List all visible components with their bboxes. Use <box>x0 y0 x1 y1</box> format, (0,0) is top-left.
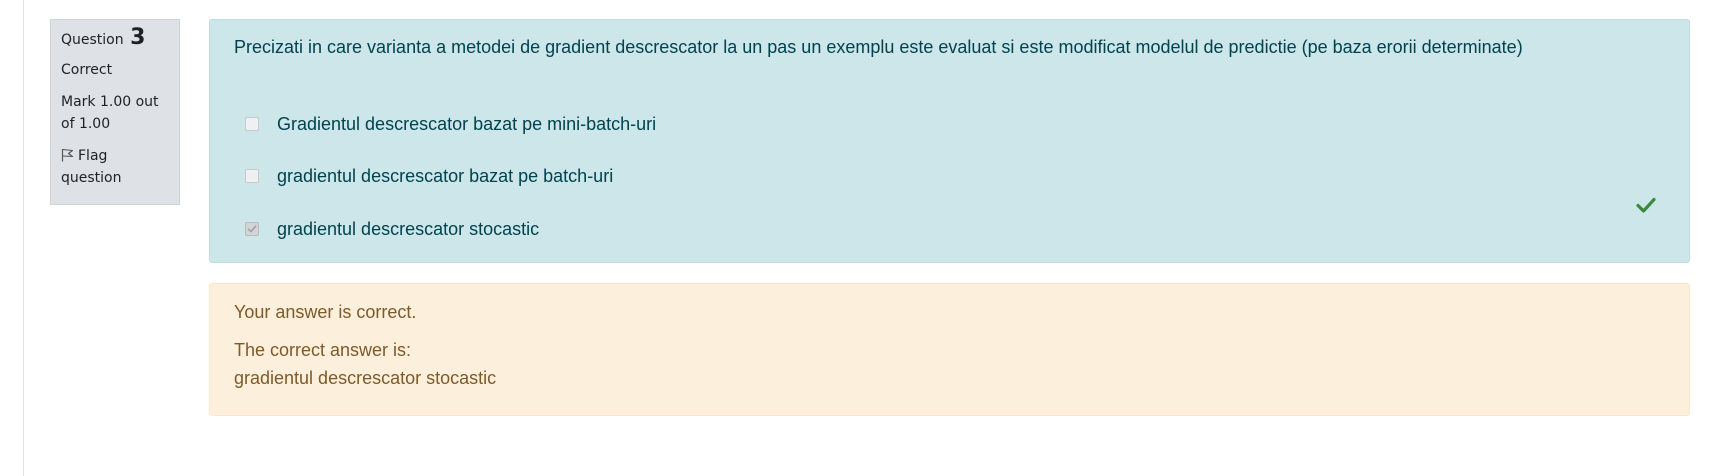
question-formulation: Precizati in care varianta a metodei de … <box>209 19 1690 263</box>
page-left-border <box>23 0 24 476</box>
quiz-review-page: Question 3 Correct Mark 1.00 out of 1.00… <box>0 0 1716 476</box>
answer-option: Gradientul descrescator bazat pe mini-ba… <box>245 112 656 136</box>
general-feedback: Your answer is correct. <box>234 302 417 322</box>
flag-question-link[interactable]: Flag question <box>61 145 169 189</box>
answer-option: gradientul descrescator bazat pe batch-u… <box>245 164 613 188</box>
check-icon <box>1636 197 1656 213</box>
answer-option-label: gradientul descrescator stocastic <box>277 218 540 239</box>
answer-option-label: Gradientul descrescator bazat pe mini-ba… <box>277 113 657 134</box>
question-grade: Mark 1.00 out of 1.00 <box>61 94 159 132</box>
answer-checkbox-checked[interactable] <box>245 222 259 236</box>
flag-outline-icon <box>61 148 74 162</box>
right-answer-intro: The correct answer is: <box>234 340 412 360</box>
right-answer: gradientul descrescator stocastic <box>234 368 497 388</box>
answer-option-label: gradientul descrescator bazat pe batch-u… <box>277 165 614 186</box>
question-number-row: Question 3 <box>61 27 169 51</box>
question-feedback: Your answer is correct. The correct answ… <box>209 283 1690 416</box>
question-label: Question <box>61 32 124 48</box>
question-info-panel: Question 3 Correct Mark 1.00 out of 1.00… <box>50 19 180 205</box>
answer-checkbox[interactable] <box>245 169 259 183</box>
question-number: 3 <box>130 25 146 50</box>
answer-checkbox[interactable] <box>245 117 259 131</box>
question-text: Precizati in care varianta a metodei de … <box>234 37 1523 57</box>
question-state: Correct <box>61 62 113 78</box>
answer-option: gradientul descrescator stocastic <box>245 217 539 241</box>
checkmark-icon <box>247 225 257 233</box>
